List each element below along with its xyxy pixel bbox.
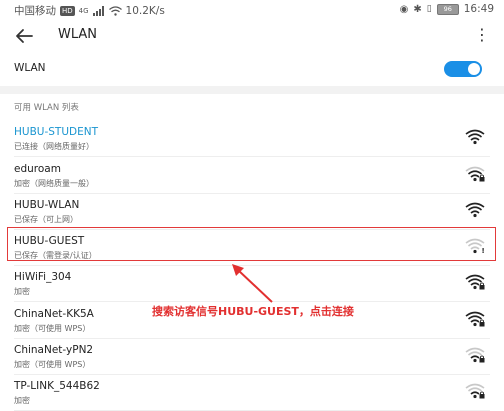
battery-icon: 96 (436, 3, 459, 15)
network-name: HUBU-WLAN (14, 199, 80, 211)
eye-icon: ◉ (399, 3, 409, 15)
network-status: 已连接（网络质量好） (14, 142, 94, 151)
wifi-icon (465, 129, 485, 145)
more-options-icon[interactable]: ⋮ (474, 26, 490, 44)
carrier-label: 中国移动 (14, 5, 56, 17)
wlan-toggle-row: WLAN (0, 54, 504, 84)
network-status: 加密 (14, 396, 30, 405)
network-status: 加密（可使用 WPS） (14, 324, 91, 333)
network-name: HUBU-STUDENT (14, 126, 99, 138)
annotation-arrow-icon (232, 264, 273, 303)
network-item[interactable]: TP-LINK_544B62 加密 (0, 374, 504, 411)
network-status: 加密 (14, 287, 30, 296)
network-item[interactable]: ChinaNet-yPN2 加密（可使用 WPS） (0, 338, 504, 375)
bluetooth-icon: ✱ (413, 3, 422, 15)
wifi-locked-icon (465, 166, 485, 182)
switch-knob (468, 63, 480, 75)
network-status: 加密（网络质量一般） (14, 179, 94, 188)
network-item[interactable]: HUBU-WLAN 已保存（可上网） (0, 193, 504, 230)
network-item[interactable]: eduroam 加密（网络质量一般） (0, 157, 504, 194)
wifi-status-icon (108, 5, 122, 16)
wifi-icon (465, 202, 485, 218)
network-status: 加密（可使用 WPS） (14, 360, 91, 369)
back-arrow-icon[interactable] (12, 24, 36, 48)
network-name: TP-LINK_544B62 (14, 380, 100, 392)
signal-icon (92, 5, 104, 16)
page-title: WLAN (58, 27, 98, 42)
wifi-locked-icon (465, 311, 485, 327)
clock: 16:49 (463, 3, 494, 15)
section-divider (0, 86, 504, 94)
annotation-text: 搜索访客信号HUBU-GUEST，点击连接 (152, 305, 354, 318)
network-type: 4G (78, 6, 89, 15)
hd-badge: HD (60, 5, 75, 16)
wlan-switch[interactable] (444, 61, 482, 77)
wifi-locked-icon (465, 274, 485, 290)
highlight-box (7, 227, 496, 261)
network-status: 已保存（可上网） (14, 215, 78, 224)
status-bar: 中国移动 HD 4G 10.2K/s ◉ ✱ ▯ 96 16:49 (0, 0, 504, 18)
wifi-locked-icon (465, 383, 485, 399)
app-bar: WLAN ⋮ (0, 18, 504, 54)
network-name: eduroam (14, 163, 61, 175)
network-name: HiWiFi_304 (14, 271, 72, 283)
mute-icon: ▯ (426, 4, 432, 14)
available-networks-header: 可用 WLAN 列表 (14, 103, 79, 113)
wifi-locked-icon (465, 347, 485, 363)
network-name: ChinaNet-yPN2 (14, 344, 94, 356)
network-speed: 10.2K/s (125, 4, 165, 17)
network-name: ChinaNet-KK5A (14, 308, 94, 320)
network-item[interactable]: HUBU-STUDENT 已连接（网络质量好） (0, 120, 504, 157)
wlan-toggle-label: WLAN (14, 62, 46, 74)
